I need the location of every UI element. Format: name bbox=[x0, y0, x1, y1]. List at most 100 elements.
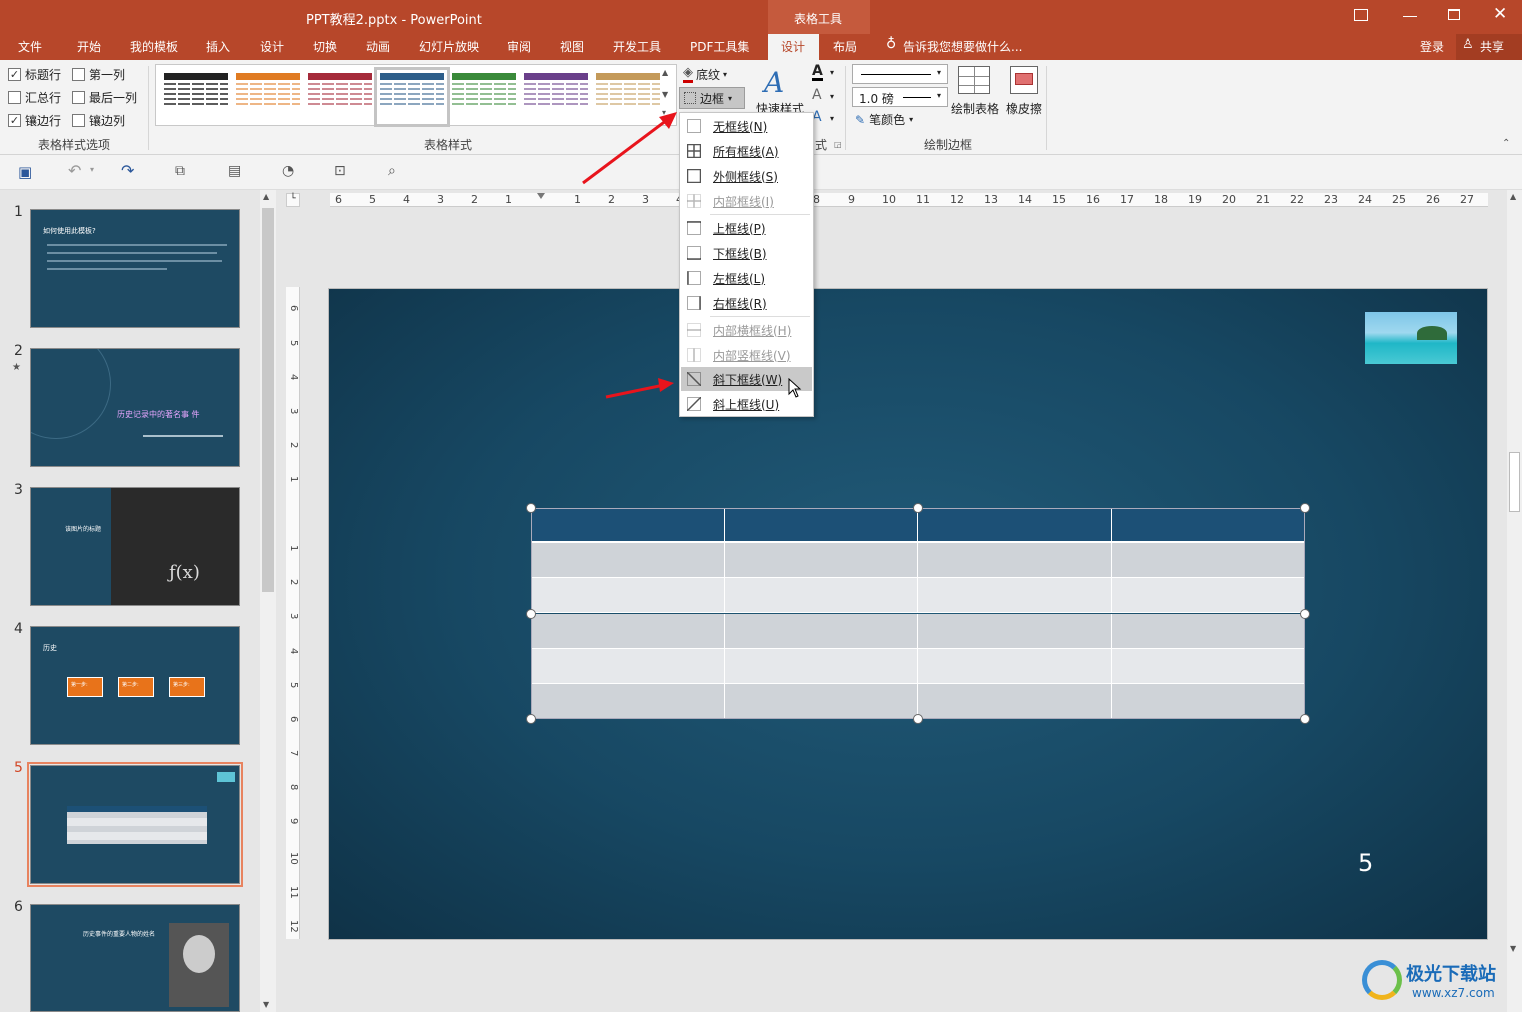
redo-icon[interactable]: ↷ bbox=[121, 161, 134, 180]
last-column-checkbox[interactable]: 最后一列 bbox=[72, 89, 137, 106]
slide-thumbnail-1[interactable]: 如何使用此模板? bbox=[30, 209, 240, 328]
first-column-checkbox[interactable]: 第一列 bbox=[72, 66, 125, 83]
quick-styles-icon[interactable]: A bbox=[764, 66, 784, 99]
slide-thumbnail-5[interactable] bbox=[30, 765, 240, 884]
header-row-checkbox[interactable]: ✓ 标题行 bbox=[8, 66, 61, 83]
tab-developer[interactable]: 开发工具 bbox=[613, 38, 661, 55]
border-menu-item-no-border[interactable]: 无框线(N) bbox=[681, 114, 812, 138]
scroll-down-icon[interactable]: ▼ bbox=[263, 1000, 269, 1009]
gallery-up-icon[interactable]: ▲ bbox=[662, 68, 668, 77]
shading-button[interactable]: ◈ 底纹 ▾ bbox=[683, 65, 727, 83]
resize-handle[interactable] bbox=[1300, 503, 1310, 513]
ribbon-display-icon[interactable] bbox=[1354, 9, 1368, 21]
indent-marker-icon[interactable] bbox=[537, 193, 545, 213]
border-menu-item-top-border[interactable]: 上框线(P) bbox=[681, 216, 812, 240]
dialog-launcher-icon[interactable]: ◲ bbox=[834, 140, 842, 149]
tab-slideshow[interactable]: 幻灯片放映 bbox=[419, 38, 479, 55]
border-menu-item-all-borders[interactable]: 所有框线(A) bbox=[681, 139, 812, 163]
pen-style-select[interactable]: ▾ bbox=[852, 64, 948, 84]
shapes-icon[interactable]: ◔ bbox=[282, 163, 294, 179]
print-preview-icon[interactable]: ⌕ bbox=[388, 163, 396, 179]
inside-vertical-icon bbox=[686, 347, 702, 363]
scroll-up-icon[interactable]: ▲ bbox=[1510, 192, 1516, 201]
scrollbar-thumb[interactable] bbox=[262, 208, 274, 592]
resize-handle[interactable] bbox=[1300, 714, 1310, 724]
ruler-tick-label: 1 bbox=[505, 193, 512, 206]
dropdown-arrow-icon[interactable]: ▾ bbox=[830, 92, 834, 101]
tab-review[interactable]: 审阅 bbox=[507, 38, 531, 55]
tab-selector-icon[interactable]: └ bbox=[286, 193, 300, 207]
tab-table-layout[interactable]: 布局 bbox=[833, 38, 857, 55]
border-menu-item-inside-borders[interactable]: 内部框线(I) bbox=[681, 189, 812, 213]
text-fill-icon[interactable]: A bbox=[812, 64, 823, 81]
share-button[interactable]: ♙ 共享 bbox=[1456, 34, 1522, 60]
pen-color-button[interactable]: ✎ 笔颜色 ▾ bbox=[855, 111, 913, 128]
maximize-icon[interactable] bbox=[1448, 9, 1460, 20]
tab-insert[interactable]: 插入 bbox=[206, 38, 230, 55]
save-icon[interactable]: ▣ bbox=[18, 163, 32, 181]
present-icon[interactable]: ⊡ bbox=[334, 163, 346, 179]
slide-thumbnail-3[interactable]: 该图片的标题 ƒ(x) bbox=[30, 487, 240, 606]
resize-handle[interactable] bbox=[1300, 608, 1310, 619]
undo-dropdown-icon[interactable]: ▾ bbox=[90, 165, 94, 174]
canvas-scrollbar[interactable]: ▲ ▼ bbox=[1507, 190, 1522, 1012]
tab-view[interactable]: 视图 bbox=[560, 38, 584, 55]
resize-handle[interactable] bbox=[913, 714, 923, 724]
tab-animations[interactable]: 动画 bbox=[366, 38, 390, 55]
slide-thumbnail-6[interactable]: 历史事件的重要人物的姓名 bbox=[30, 904, 240, 1012]
tab-file[interactable]: 文件 bbox=[18, 38, 42, 55]
scroll-up-icon[interactable]: ▲ bbox=[263, 192, 269, 201]
mouse-cursor-icon bbox=[788, 378, 802, 398]
draw-table-icon[interactable] bbox=[958, 66, 990, 94]
resize-handle[interactable] bbox=[526, 503, 536, 513]
table-style-swatch[interactable] bbox=[164, 73, 228, 121]
slide-thumbnail-4[interactable]: 历史 第一步: 第二步: 第三步: bbox=[30, 626, 240, 745]
resize-handle[interactable] bbox=[913, 503, 923, 513]
scrollbar-thumb[interactable] bbox=[1509, 452, 1520, 512]
border-menu-item-bottom-border[interactable]: 下框线(B) bbox=[681, 241, 812, 265]
new-slide-icon[interactable]: ⧉ bbox=[175, 163, 185, 179]
tab-design[interactable]: 设计 bbox=[260, 38, 284, 55]
tab-my-templates[interactable]: 我的模板 bbox=[130, 38, 178, 55]
login-link[interactable]: 登录 bbox=[1420, 38, 1444, 55]
pen-weight-select[interactable]: 1.0 磅 ▾ bbox=[852, 87, 948, 107]
tab-transitions[interactable]: 切换 bbox=[313, 38, 337, 55]
text-outline-icon[interactable]: A bbox=[812, 88, 822, 102]
eraser-label[interactable]: 橡皮擦 bbox=[1006, 100, 1042, 117]
tab-pdf-tools[interactable]: PDF工具集 bbox=[690, 38, 749, 55]
resize-handle[interactable] bbox=[526, 714, 536, 724]
border-menu-item-right-border[interactable]: 右框线(R) bbox=[681, 291, 812, 315]
tab-home[interactable]: 开始 bbox=[77, 38, 101, 55]
resize-handle[interactable] bbox=[526, 608, 536, 619]
slide-thumbnail-2[interactable]: 历史记录中的著名事 件 bbox=[30, 348, 240, 467]
border-menu-item-inside-vertical[interactable]: 内部竖框线(V) bbox=[681, 343, 812, 367]
table-style-swatch[interactable] bbox=[452, 73, 516, 121]
table-style-swatch[interactable] bbox=[308, 73, 372, 121]
border-menu-item-inside-horizontal[interactable]: 内部横框线(H) bbox=[681, 318, 812, 342]
thumbnail-scrollbar[interactable]: ▲ ▼ bbox=[260, 190, 276, 1012]
minimize-icon[interactable] bbox=[1403, 16, 1417, 17]
gallery-down-icon[interactable]: ▼ bbox=[662, 90, 668, 99]
close-icon[interactable]: ✕ bbox=[1493, 4, 1507, 24]
banded-rows-checkbox[interactable]: ✓ 镶边行 bbox=[8, 112, 61, 129]
dropdown-arrow-icon[interactable]: ▾ bbox=[830, 114, 834, 123]
dropdown-arrow-icon[interactable]: ▾ bbox=[830, 68, 834, 77]
eraser-icon[interactable] bbox=[1010, 66, 1038, 94]
border-menu-item-outside-borders[interactable]: 外侧框线(S) bbox=[681, 164, 812, 188]
ruler-tick-label: 25 bbox=[1392, 193, 1406, 206]
text-box-icon[interactable]: ▤ bbox=[228, 163, 241, 179]
beach-image[interactable] bbox=[1365, 312, 1457, 364]
table-style-swatch[interactable] bbox=[374, 67, 450, 127]
draw-table-label[interactable]: 绘制表格 bbox=[951, 100, 999, 117]
collapse-ribbon-icon[interactable]: ⌃ bbox=[1502, 138, 1510, 149]
tell-me-box[interactable]: 告诉我您想要做什么... bbox=[903, 38, 1022, 55]
border-button[interactable]: 边框 ▾ bbox=[679, 87, 745, 109]
table-style-swatch[interactable] bbox=[236, 73, 300, 121]
page-number: 5 bbox=[1358, 849, 1374, 877]
tab-table-design[interactable]: 设计 bbox=[768, 34, 819, 60]
undo-icon[interactable]: ↶ bbox=[68, 161, 81, 180]
total-row-checkbox[interactable]: 汇总行 bbox=[8, 89, 61, 106]
banded-columns-checkbox[interactable]: 镶边列 bbox=[72, 112, 125, 129]
scroll-down-icon[interactable]: ▼ bbox=[1510, 944, 1516, 953]
border-menu-item-left-border[interactable]: 左框线(L) bbox=[681, 266, 812, 290]
